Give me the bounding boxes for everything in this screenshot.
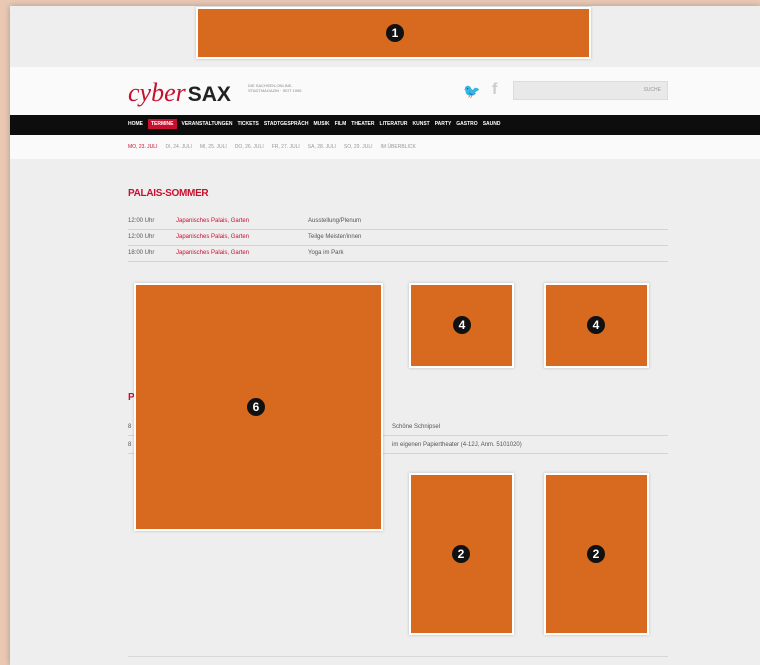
event-time: 12:00 Uhr: [128, 218, 155, 224]
event-venue-link[interactable]: Japanisches Palais, Garten: [176, 234, 249, 240]
annotation-badge: 4: [453, 316, 471, 334]
event-row[interactable]: 12:00 Uhr Japanisches Palais, Garten Aus…: [128, 214, 668, 230]
nav-item-party[interactable]: PARTY: [435, 121, 452, 127]
nav-item-kunst[interactable]: KUNST: [412, 121, 429, 127]
event-venue-link[interactable]: Japanisches Palais, Garten: [176, 250, 249, 256]
event-row-prefix: 8: [128, 424, 132, 430]
date-tab-fr-27-juli[interactable]: FR, 27. JULI: [272, 144, 300, 150]
annotation-badge: 6: [247, 398, 265, 416]
site-logo[interactable]: cyberSAX: [128, 78, 231, 108]
twitter-icon[interactable]: 🐦: [463, 83, 480, 100]
annotation-badge: 2: [587, 545, 605, 563]
logo-script: cyber: [128, 78, 186, 107]
nav-item-theater[interactable]: THEATER: [351, 121, 374, 127]
redacted-box-small: 4: [544, 283, 649, 368]
event-time: 18:00 Uhr: [128, 250, 155, 256]
redacted-box-tall: 2: [409, 473, 514, 635]
nav-item-tickets[interactable]: TICKETS: [237, 121, 258, 127]
page: cyberSAX DIE SACHSEN-ONLINE-STADTMAGAZIN…: [10, 6, 760, 665]
main-navigation: HOME TERMINE VERANSTALTUNGEN TICKETS STADTGE…: [10, 115, 760, 135]
nav-item-musik[interactable]: MUSIK: [313, 121, 329, 127]
date-tab-do-26-juli[interactable]: DO, 26. JULI: [235, 144, 264, 150]
event-row[interactable]: 18:00 Uhr Japanisches Palais, Garten Yog…: [128, 246, 668, 262]
nav-item-termine[interactable]: TERMINE: [148, 119, 177, 129]
nav-item-film[interactable]: FILM: [335, 121, 347, 127]
search-input[interactable]: SUCHE: [513, 81, 668, 100]
date-tab-mo-23-juli[interactable]: MO, 23. JULI: [128, 144, 157, 150]
tagline: DIE SACHSEN-ONLINE-STADTMAGAZIN · SEIT 1…: [248, 83, 302, 93]
redacted-box-tall: 2: [544, 473, 649, 635]
nav-item-veranstaltungen[interactable]: VERANSTALTUNGEN: [182, 121, 233, 127]
date-navigation: MO, 23. JULI DI, 24. JULI MI, 25. JULI DO, …: [10, 135, 760, 159]
footer-divider: [128, 656, 668, 657]
date-tab-di-24-juli[interactable]: DI, 24. JULI: [165, 144, 191, 150]
event-title: Ausstellung/Plenum: [308, 218, 362, 224]
event-title: Teilge Meister/innen: [308, 234, 362, 240]
redacted-banner: 1: [196, 7, 591, 59]
event-row-prefix: 8: [128, 442, 132, 448]
facebook-icon[interactable]: f: [492, 81, 497, 99]
date-tab-mi-25-juli[interactable]: MI, 25. JULI: [200, 144, 227, 150]
annotation-badge: 1: [386, 24, 404, 42]
event-title: Schöne Schnipsel: [392, 424, 441, 430]
nav-item-literatur[interactable]: LITERATUR: [380, 121, 408, 127]
logo-bold: SAX: [187, 83, 231, 106]
redacted-box-large: 6: [134, 283, 383, 531]
annotation-badge: 2: [452, 545, 470, 563]
nav-item-home[interactable]: HOME: [128, 121, 143, 127]
event-title: Yoga im Park: [308, 250, 344, 256]
event-time: 12:00 Uhr: [128, 234, 155, 240]
event-venue-link[interactable]: Japanisches Palais, Garten: [176, 218, 249, 224]
search-button[interactable]: SUCHE: [643, 87, 661, 93]
annotation-badge: 4: [587, 316, 605, 334]
site-header: cyberSAX DIE SACHSEN-ONLINE-STADTMAGAZIN…: [10, 67, 760, 115]
date-tab-so-29-juli[interactable]: SO, 29. JULI: [344, 144, 373, 150]
date-tab-sa-28-juli[interactable]: SA, 28. JULI: [308, 144, 336, 150]
event-row[interactable]: 12:00 Uhr Japanisches Palais, Garten Tei…: [128, 230, 668, 246]
nav-item-saund[interactable]: SAUND: [483, 121, 501, 127]
event-title: im eigenen Papiertheater (4-12J, Anm. 51…: [392, 442, 522, 448]
nav-item-stadtgespräch[interactable]: STADTGESPRÄCH: [264, 121, 309, 127]
redacted-box-small: 4: [409, 283, 514, 368]
section-title-palais-sommer: PALAIS-SOMMER: [128, 188, 209, 199]
date-tab-im-überblick[interactable]: IM ÜBERBLICK: [381, 144, 416, 150]
nav-item-gastro[interactable]: GASTRO: [456, 121, 477, 127]
